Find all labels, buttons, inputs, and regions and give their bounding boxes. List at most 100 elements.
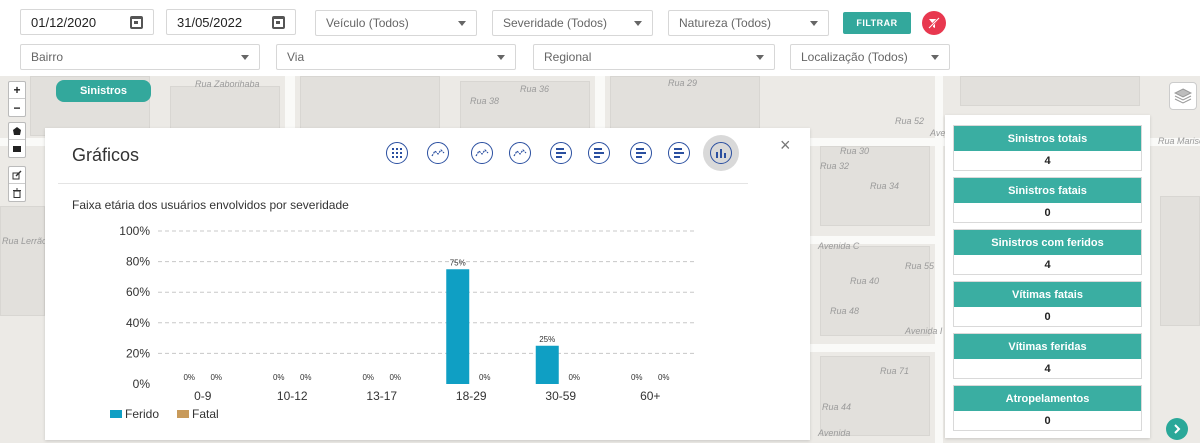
line-chart-button[interactable] [509,142,531,164]
data-label: 0% [479,373,491,382]
street-label: Avenida [818,428,851,438]
date-start-field[interactable]: 01/12/2020 [20,9,154,35]
regional-select-label: Regional [544,50,592,64]
street-label: Rua Marise [1158,136,1200,146]
stat-card-sinistros-totais: Sinistros totais 4 [953,125,1142,171]
bar-ferido [535,345,559,384]
close-button[interactable]: × [780,135,791,156]
draw-toolbar [8,122,26,158]
y-tick-label: 40% [126,316,150,330]
severidade-select[interactable]: Severidade (Todos) [492,10,653,36]
stat-label: Sinistros totais [954,126,1141,151]
layers-button[interactable] [1169,82,1197,110]
stat-card-atropelamentos: Atropelamentos 0 [953,385,1142,431]
column-chart-icon-wrap [710,142,732,164]
localizacao-select[interactable]: Localização (Todos) [790,44,950,70]
bar-horizontal-icon [594,148,604,158]
regional-select[interactable]: Regional [533,44,775,70]
grid-chart-icon [392,148,402,158]
edit-icon [12,170,22,180]
chevron-down-icon [458,20,466,26]
stat-label: Atropelamentos [954,386,1141,411]
bar-chart: 0% 20% 40% 60% 80% 100% 0% 0% 0-9 0% 0% 10-12 0% 0% 13… [110,224,695,421]
natureza-select[interactable]: Natureza (Todos) [668,10,829,36]
trash-icon [13,188,21,198]
veiculo-select[interactable]: Veículo (Todos) [315,10,477,36]
legend-swatch [177,410,189,418]
veiculo-select-label: Veículo (Todos) [326,16,409,30]
stat-label: Vítimas feridas [954,334,1141,359]
localizacao-select-label: Localização (Todos) [801,50,908,64]
natureza-select-label: Natureza (Todos) [679,16,772,30]
map-block [820,356,930,436]
stat-card-sinistros-com-feridos: Sinistros com feridos 4 [953,229,1142,275]
bar-horizontal-button[interactable] [668,142,690,164]
date-end-field[interactable]: 31/05/2022 [166,9,296,35]
data-label: 0% [300,373,312,382]
line-chart-icon [431,149,445,157]
sinistros-tab[interactable]: Sinistros [56,80,151,102]
bar-horizontal-button[interactable] [550,142,572,164]
map-block [820,246,930,336]
zoom-control: + − [8,81,26,117]
street-label: Rua Zaborihaba [195,79,260,89]
clear-filter-button[interactable] [922,11,946,35]
line-chart-icon [475,149,489,157]
bar-horizontal-icon [556,148,566,158]
stat-label: Sinistros com feridos [954,230,1141,255]
x-tick-label: 30-59 [545,389,576,403]
bar-horizontal-button[interactable] [630,142,652,164]
y-tick-label: 60% [126,285,150,299]
data-label: 0% [273,373,285,382]
severidade-select-label: Severidade (Todos) [503,16,608,30]
column-chart-button[interactable] [703,135,739,171]
line-chart-button[interactable] [427,142,449,164]
zoom-in-button[interactable]: + [9,82,25,99]
bar-horizontal-icon [674,148,684,158]
line-chart-icon [513,149,527,157]
calendar-icon[interactable] [272,15,285,29]
next-button[interactable] [1166,418,1188,440]
zoom-out-button[interactable]: − [9,99,25,116]
draw-rectangle-button[interactable] [9,140,25,157]
bairro-select[interactable]: Bairro [20,44,260,70]
street-label: Rua 52 [895,116,925,126]
map-block [1160,196,1200,326]
data-label: 0% [658,373,670,382]
layers-icon [1174,88,1192,104]
chevron-down-icon [756,54,764,60]
y-tick-label: 20% [126,346,150,360]
via-select[interactable]: Via [276,44,516,70]
street-label: Rua Lerrão [2,236,48,246]
street-label: Avenida C [818,241,860,251]
stat-value: 4 [1044,154,1051,167]
filter-button[interactable]: FILTRAR [843,12,911,34]
map-block [300,76,440,131]
bar-horizontal-button[interactable] [588,142,610,164]
delete-layers-button[interactable] [9,184,25,201]
street-label: Rua 38 [470,96,500,106]
chevron-right-icon [1174,424,1181,434]
stat-value: 0 [1044,206,1051,219]
legend-label: Fatal [192,407,219,421]
data-label: 0% [568,373,580,382]
edit-layers-button[interactable] [9,167,25,184]
data-label: 75% [450,258,466,267]
street-label: Avenida I [905,326,943,336]
grid-chart-button[interactable] [386,142,408,164]
data-label: 0% [183,373,195,382]
bairro-select-label: Bairro [31,50,64,64]
street-label: Rua 29 [668,78,698,88]
line-chart-button[interactable] [471,142,493,164]
calendar-icon[interactable] [130,15,143,29]
via-select-label: Via [287,50,305,64]
chevron-down-icon [810,20,818,26]
draw-polygon-button[interactable] [9,123,25,140]
stat-value: 4 [1044,258,1051,271]
map-block [0,206,45,316]
date-end-value: 31/05/2022 [177,14,243,30]
stat-card-sinistros-fatais: Sinistros fatais 0 [953,177,1142,223]
stat-label: Vítimas fatais [954,282,1141,307]
x-tick-label: 13-17 [366,389,397,403]
data-label: 0% [389,373,401,382]
